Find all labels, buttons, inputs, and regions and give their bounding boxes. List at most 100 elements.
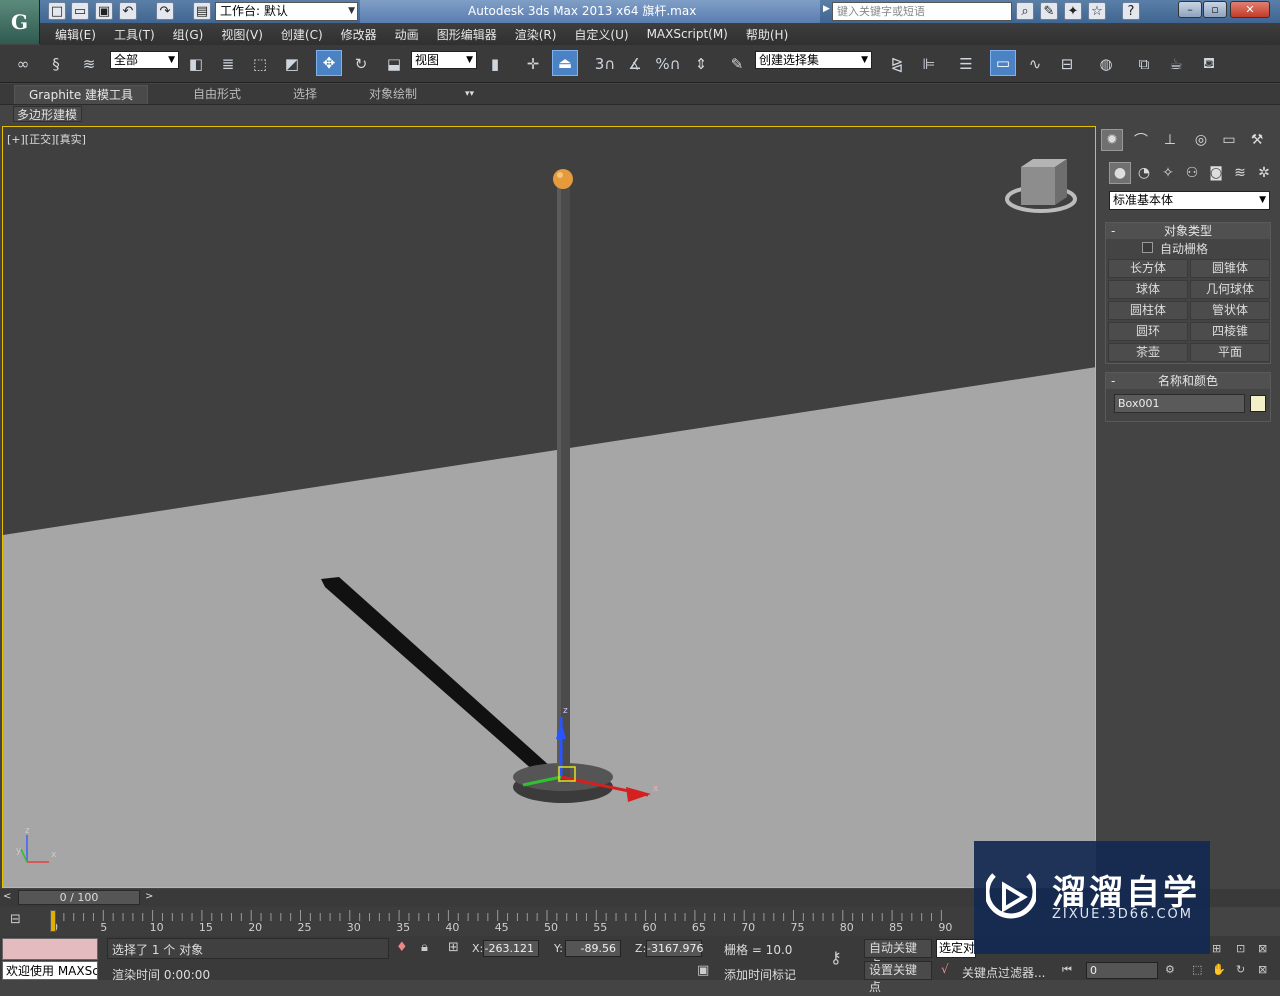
communication-icon[interactable]: ✦ — [1064, 2, 1082, 20]
y-coord-input[interactable]: -89.56 — [565, 940, 621, 957]
undo-icon[interactable]: ↶ — [119, 2, 137, 20]
menu-tools[interactable]: 工具(T) — [105, 26, 164, 43]
close-button[interactable]: ✕ — [1230, 1, 1270, 18]
binoculars-icon[interactable]: ⌕ — [1016, 2, 1034, 20]
curve-editor-mini-icon[interactable]: ⊟ — [10, 912, 21, 927]
systems-icon[interactable]: ✲ — [1253, 162, 1275, 184]
sphere-button[interactable]: 球体 — [1108, 280, 1188, 299]
isolate-icon[interactable]: ♦ — [396, 940, 408, 955]
new-icon[interactable]: □ — [48, 2, 66, 20]
curve-editor-icon[interactable]: ∿ — [1022, 51, 1048, 77]
tab-graphite[interactable]: Graphite 建模工具 — [14, 85, 149, 104]
unlink-icon[interactable]: § — [43, 51, 69, 77]
tube-button[interactable]: 管状体 — [1190, 301, 1270, 320]
minimize-button[interactable]: – — [1178, 1, 1202, 18]
menu-customize[interactable]: 自定义(U) — [565, 26, 637, 43]
select-manipulate-icon[interactable]: ✛ — [520, 51, 546, 77]
render-production-icon[interactable]: ⛾ — [1196, 51, 1222, 77]
zoom-region-icon[interactable]: ⊡ — [1236, 942, 1245, 955]
geometry-icon[interactable]: ● — [1109, 162, 1131, 184]
pole-ball[interactable] — [553, 169, 573, 189]
next-frame-icon[interactable]: > — [145, 891, 153, 902]
rotate-icon[interactable]: ↻ — [348, 51, 374, 77]
window-crossing-icon[interactable]: ◩ — [279, 51, 305, 77]
add-time-tag[interactable]: 添加时间标记 — [724, 966, 796, 983]
render-setup-icon[interactable]: ⧉ — [1131, 51, 1157, 77]
viewport-front[interactable]: z x z x y [+][正交][真实] — [2, 126, 1096, 888]
auto-key-button[interactable]: 自动关键点 — [864, 939, 932, 972]
select-by-name-icon[interactable]: ≣ — [215, 51, 241, 77]
save-icon[interactable]: ▣ — [95, 2, 113, 20]
material-editor-icon[interactable]: ◍ — [1093, 51, 1119, 77]
timeline-ruler[interactable]: 051015202530354045505560657075808590 — [40, 907, 980, 936]
open-icon[interactable]: ▭ — [71, 2, 89, 20]
menu-edit[interactable]: 编辑(E) — [46, 26, 105, 43]
viewport-label[interactable]: [+][正交][真实] — [7, 131, 86, 147]
create-tab-icon[interactable]: ✹ — [1101, 129, 1123, 151]
current-frame-input[interactable]: 0 — [1086, 962, 1158, 979]
teapot-button[interactable]: 茶壶 — [1108, 343, 1188, 362]
object-color-swatch[interactable] — [1250, 395, 1266, 412]
hierarchy-tab-icon[interactable]: ⊥ — [1159, 129, 1181, 151]
select-object-icon[interactable]: ◧ — [183, 51, 209, 77]
redo-icon[interactable]: ↷ — [156, 2, 174, 20]
modify-tab-icon[interactable]: ⌒ — [1130, 129, 1152, 151]
autogrid-checkbox[interactable] — [1142, 242, 1153, 253]
utilities-tab-icon[interactable]: ⚒ — [1246, 129, 1268, 151]
z-coord-input[interactable]: -3167.976 — [646, 940, 703, 957]
time-marker[interactable] — [50, 910, 56, 932]
pivot-center-icon[interactable]: ▮ — [482, 51, 508, 77]
geometry-category-dropdown[interactable]: 标准基本体 ▼ — [1109, 191, 1270, 210]
menu-animation[interactable]: 动画 — [386, 26, 428, 43]
link-icon[interactable]: ∞ — [10, 51, 36, 77]
plane-button[interactable]: 平面 — [1190, 343, 1270, 362]
layer-manager-icon[interactable]: ☰ — [953, 51, 979, 77]
tab-object-paint[interactable]: 对象绘制 — [355, 85, 431, 104]
object-type-header[interactable]: - 对象类型 — [1106, 223, 1270, 239]
key-icon[interactable]: ⚷ — [830, 948, 842, 967]
field-of-view-icon[interactable]: ⊠ — [1258, 942, 1267, 955]
named-selection-dropdown[interactable]: 创建选择集 ▼ — [755, 51, 872, 69]
ref-coord-dropdown[interactable]: 视图 ▼ — [411, 51, 477, 69]
tab-selection[interactable]: 选择 — [279, 85, 331, 104]
maximize-viewport-icon[interactable]: ⊠ — [1258, 963, 1267, 976]
menu-rendering[interactable]: 渲染(R) — [506, 26, 566, 43]
set-key-button[interactable]: 设置关键点 — [864, 961, 932, 994]
menu-group[interactable]: 组(G) — [164, 26, 213, 43]
menu-views[interactable]: 视图(V) — [212, 26, 272, 43]
zoom-all-icon[interactable]: ⊞ — [1212, 942, 1221, 955]
selection-filter-dropdown[interactable]: 全部 ▼ — [110, 51, 179, 69]
percent-snap-icon[interactable]: % ∩ — [655, 51, 681, 77]
polygon-modeling-panel[interactable]: 多边形建模 — [13, 106, 82, 122]
time-tag-icon[interactable]: ▣ — [697, 963, 709, 978]
box-button[interactable]: 长方体 — [1108, 259, 1188, 278]
search-input[interactable]: 键入关键字或短语 — [832, 2, 1012, 21]
cameras-icon[interactable]: ⚇ — [1181, 162, 1203, 184]
x-coord-input[interactable]: -263.121 — [483, 940, 539, 957]
star-icon[interactable]: ☆ — [1088, 2, 1106, 20]
cone-button[interactable]: 圆锥体 — [1190, 259, 1270, 278]
menu-help[interactable]: 帮助(H) — [737, 26, 797, 43]
schematic-view-icon[interactable]: ⊟ — [1054, 51, 1080, 77]
name-color-header[interactable]: - 名称和颜色 — [1106, 373, 1270, 389]
zoom-extents-icon[interactable]: ⬚ — [1192, 963, 1202, 976]
prev-frame-icon[interactable]: < — [3, 891, 11, 902]
viewcube-icon[interactable] — [1021, 167, 1055, 205]
keyboard-shortcut-override-icon[interactable]: ⏏ — [552, 50, 578, 76]
lock-icon[interactable]: 🔒︎ — [421, 940, 428, 955]
maxscript-listener[interactable]: 欢迎使用 MAXScr — [2, 961, 98, 980]
ribbon-options-icon[interactable]: ▾▾ — [465, 89, 474, 99]
rectangular-selection-icon[interactable]: ⬚ — [247, 51, 273, 77]
search-expand-icon[interactable]: ▶ — [823, 4, 830, 14]
shapes-icon[interactable]: ◔ — [1133, 162, 1155, 184]
time-slider[interactable]: 0 / 100 — [18, 890, 140, 905]
bind-space-warp-icon[interactable]: ≋ — [76, 51, 102, 77]
pyramid-button[interactable]: 四棱锥 — [1190, 322, 1270, 341]
rendered-frame-icon[interactable]: ☕ — [1163, 51, 1189, 77]
menu-graph-editors[interactable]: 图形编辑器 — [428, 26, 506, 43]
maximize-button[interactable]: ▫ — [1203, 1, 1227, 18]
space-warps-icon[interactable]: ≋ — [1229, 162, 1251, 184]
torus-button[interactable]: 圆环 — [1108, 322, 1188, 341]
mirror-icon[interactable]: ⧎ — [884, 51, 910, 77]
project-folder-icon[interactable]: ▤ — [193, 2, 211, 20]
